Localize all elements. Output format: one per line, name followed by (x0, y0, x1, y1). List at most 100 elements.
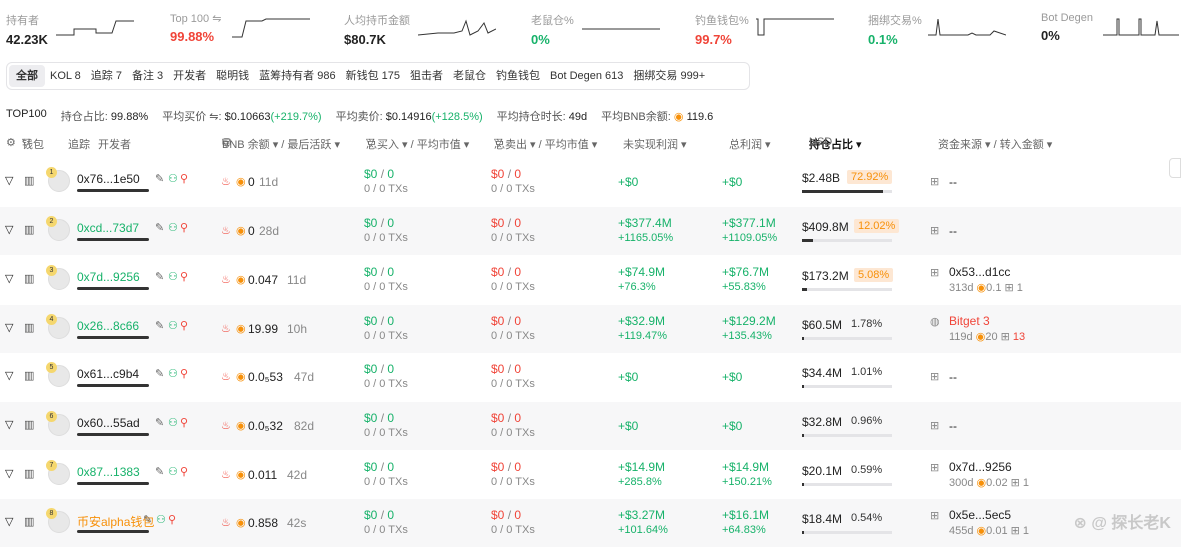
header-source[interactable]: 资金来源 ▾ / 转入金额 ▾ (938, 136, 1052, 152)
follow-icon[interactable]: ⚇ (168, 416, 178, 429)
wallet-address[interactable]: 0x7d...9256 (77, 270, 140, 284)
follow-icon[interactable]: ⚇ (168, 270, 178, 283)
tab-new-wallet[interactable]: 新钱包 175 (341, 65, 405, 87)
table-row[interactable]: ▽ ▥ 2 0xcd...73d7 ✎ ⚇ ⚲ ♨ ◉ 0 28d $0 / 00 / 0 TXs $0… (0, 207, 1181, 255)
wallet-address[interactable]: 0x26...8c66 (77, 319, 139, 333)
hold-usd: $32.8M (802, 415, 843, 429)
edit-icon[interactable]: ✎ (155, 172, 164, 185)
tab-sniper[interactable]: 狙击者 (405, 65, 448, 87)
edit-icon[interactable]: ✎ (143, 513, 152, 526)
funding-source[interactable]: 0x53...d1cc (949, 265, 1010, 279)
follow-icon[interactable]: ⚇ (168, 465, 178, 478)
wallet-address[interactable]: 0xcd...73d7 (77, 221, 139, 235)
settings-icon[interactable]: ⚙ (6, 136, 16, 149)
chart-icon[interactable]: ▥ (24, 174, 34, 187)
header-dev[interactable]: 开发者 (98, 136, 131, 152)
chart-icon[interactable]: ▥ (24, 418, 34, 431)
tab-developer[interactable]: 开发者 (168, 65, 211, 87)
bnb-coin-icon: ◉ (236, 420, 246, 432)
edit-icon[interactable]: ✎ (155, 367, 164, 380)
wallet-address[interactable]: 0x76...1e50 (77, 172, 140, 186)
tag-icon[interactable]: ⚲ (168, 513, 176, 526)
chart-icon[interactable]: ▥ (24, 467, 34, 480)
wallet-address[interactable]: 0x61...c9b4 (77, 367, 139, 381)
tag-icon[interactable]: ⚲ (180, 465, 188, 478)
stat-top100[interactable]: Top 100 ⇋ 99.88% (170, 12, 221, 48)
bnb-balance: 0.0₅32 (248, 419, 283, 433)
currency-toggle-icon[interactable]: ⊜ (809, 136, 818, 149)
filter-icon[interactable]: ▽ (22, 136, 30, 149)
hold-pct: 72.92% (847, 170, 893, 184)
tag-icon[interactable]: ⚲ (180, 270, 188, 283)
summary-buy[interactable]: 平均买价 ⇋: $0.10663(+219.7%) (162, 108, 321, 124)
table-row[interactable]: ▽ ▥ 5 0x61...c9b4 ✎ ⚇ ⚲ ♨ ◉ 0.0₅53 47d $0 / 0 0 / 0 … (0, 353, 1181, 401)
tag-icon[interactable]: ⚲ (180, 221, 188, 234)
table-row[interactable]: ▽ ▥ 8 币安alpha钱包 ✎ ⚇ ⚲ ♨ ◉ 0.858 42s $0 / 00 / 0 TXs… (0, 499, 1181, 547)
header-track[interactable]: 追踪 (68, 136, 90, 152)
hold-progress-fill (802, 337, 804, 340)
filter-icon[interactable]: ▽ (5, 369, 13, 382)
wallet-address[interactable]: 0x60...55ad (77, 416, 140, 430)
filter-icon[interactable]: ▽ (5, 418, 13, 431)
filter-icon[interactable]: ▽ (494, 136, 502, 149)
filter-icon[interactable]: ▽ (366, 136, 374, 149)
chart-icon[interactable]: ▥ (24, 369, 34, 382)
tab-bluechip[interactable]: 蓝筹持有者 986 (254, 65, 340, 87)
table-row[interactable]: ▽ ▥ 4 0x26...8c66 ✎ ⚇ ⚲ ♨ ◉ 19.99 10h $0 / 00 / 0 T… (0, 305, 1181, 353)
filter-icon[interactable]: ▽ (222, 136, 230, 149)
tab-rat[interactable]: 老鼠仓 (448, 65, 491, 87)
tab-notes[interactable]: 备注 3 (127, 65, 168, 87)
tag-icon[interactable]: ⚲ (180, 416, 188, 429)
total-buy: $0 / 0 (364, 265, 395, 279)
tab-bot-degen[interactable]: Bot Degen 613 (545, 65, 628, 87)
follow-icon[interactable]: ⚇ (168, 221, 178, 234)
filter-icon[interactable]: ▽ (5, 321, 13, 334)
follow-icon[interactable]: ⚇ (168, 367, 178, 380)
funding-days: 455d (949, 525, 974, 537)
tag-icon[interactable]: ⚲ (180, 172, 188, 185)
filter-icon[interactable]: ▽ (5, 515, 13, 528)
funding-source[interactable]: 0x7d...9256 (949, 460, 1012, 474)
tag-icon[interactable]: ⚲ (180, 319, 188, 332)
total-profit: +$16.1M (722, 508, 770, 522)
filter-icon[interactable]: ▽ (5, 174, 13, 187)
filter-icon[interactable]: ▽ (5, 467, 13, 480)
chart-icon[interactable]: ▥ (24, 223, 34, 236)
filter-icon[interactable]: ▽ (5, 223, 13, 236)
tab-smart-money[interactable]: 聪明钱 (211, 65, 254, 87)
wallet-address[interactable]: 0x87...1383 (77, 465, 140, 479)
tab-kol[interactable]: KOL 8 (45, 65, 86, 87)
flame-icon: ♨ (221, 323, 231, 335)
tag-icon[interactable]: ⚲ (180, 367, 188, 380)
tab-all[interactable]: 全部 (9, 65, 45, 87)
filter-icon[interactable]: ▽ (5, 272, 13, 285)
header-total-profit[interactable]: 总利润 ▾ (729, 136, 771, 152)
edit-icon[interactable]: ✎ (155, 465, 164, 478)
summary-bar: TOP100 持仓占比: 99.88% 平均买价 ⇋: $0.10663(+21… (6, 108, 713, 124)
header-unrealized[interactable]: 未实现利润 ▾ (623, 136, 687, 152)
tab-bundle[interactable]: 捆绑交易 999+ (628, 65, 710, 87)
tab-tracked[interactable]: 追踪 7 (86, 65, 127, 87)
chart-icon[interactable]: ▥ (24, 272, 34, 285)
edit-icon[interactable]: ✎ (155, 221, 164, 234)
table-row[interactable]: ▽ ▥ 6 0x60...55ad ✎ ⚇ ⚲ ♨ ◉ 0.0₅32 82d $0 / 0 0 / 0 … (0, 402, 1181, 450)
table-row[interactable]: ▽ ▥ 1 0x76...1e50 ✎ ⚇ ⚲ ♨ ◉ 0 11d $0 / 00 / 0 TXs $0… (0, 158, 1181, 206)
funding-details: 455d ◉0.01 ⊞ 1 (949, 524, 1029, 537)
flame-icon: ♨ (221, 274, 231, 286)
table-row[interactable]: ▽ ▥ 3 0x7d...9256 ✎ ⚇ ⚲ ♨ ◉ 0.047 11d $0 / 00 / 0 T… (0, 256, 1181, 304)
edit-icon[interactable]: ✎ (155, 416, 164, 429)
funding-source[interactable]: Bitget 3 (949, 314, 990, 328)
funding-source[interactable]: 0x5e...5ec5 (949, 508, 1011, 522)
table-row[interactable]: ▽ ▥ 7 0x87...1383 ✎ ⚇ ⚲ ♨ ◉ 0.011 42d $0 / 00 / 0 T… (0, 451, 1181, 499)
sell-tx: 0 / 0 TXs (491, 330, 535, 342)
edit-icon[interactable]: ✎ (155, 270, 164, 283)
follow-icon[interactable]: ⚇ (168, 172, 178, 185)
follow-icon[interactable]: ⚇ (168, 319, 178, 332)
tab-phishing[interactable]: 钓鱼钱包 (491, 65, 545, 87)
follow-icon[interactable]: ⚇ (156, 513, 166, 526)
chart-icon[interactable]: ▥ (24, 321, 34, 334)
chart-icon[interactable]: ▥ (24, 515, 34, 528)
edit-icon[interactable]: ✎ (155, 319, 164, 332)
hold-pct: 1.01% (851, 366, 883, 378)
sell-amount: $0 (491, 508, 505, 522)
